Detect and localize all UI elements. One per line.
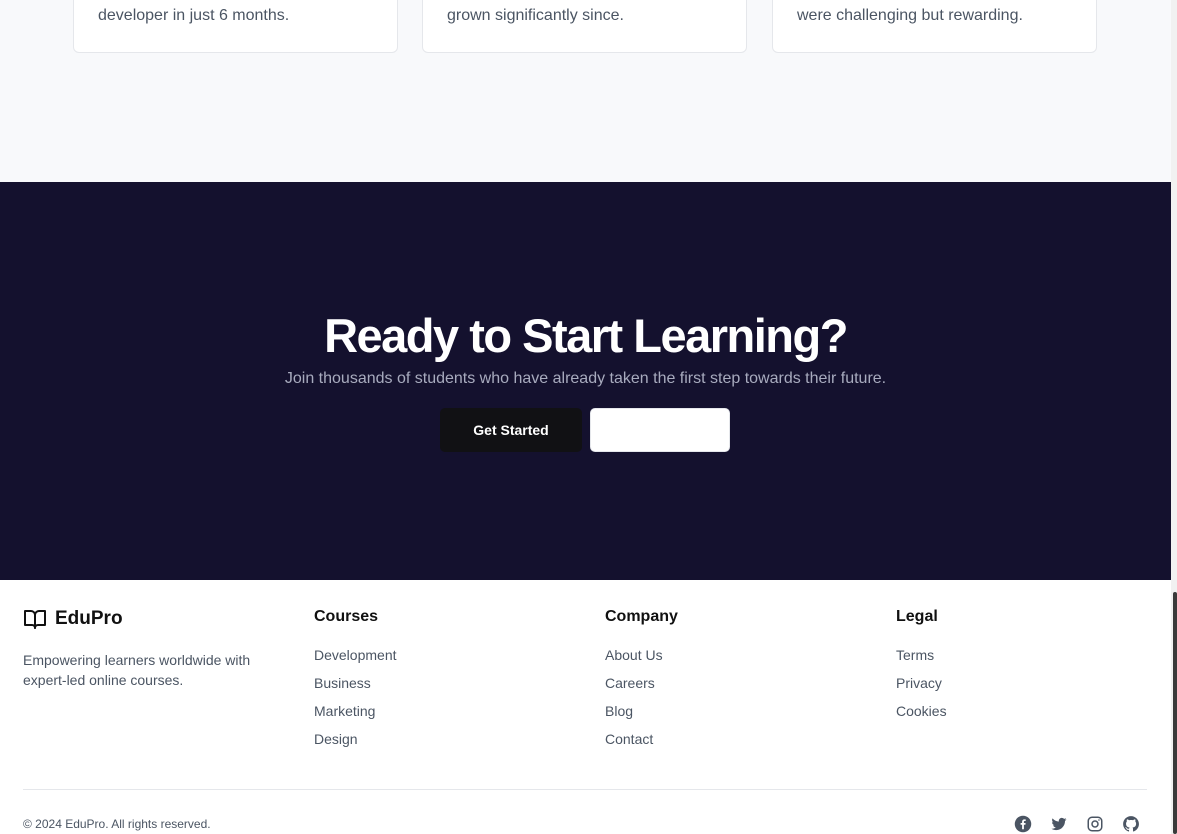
book-open-icon <box>24 610 46 629</box>
secondary-cta-button[interactable] <box>590 408 730 452</box>
footer-link-blog[interactable]: Blog <box>605 703 633 719</box>
cta-title: Ready to Start Learning? <box>324 309 848 362</box>
footer-brand[interactable]: EduPro <box>23 608 123 630</box>
copyright-text: © 2024 EduPro. All rights reserved. <box>23 817 211 831</box>
footer-link-cookies[interactable]: Cookies <box>896 703 947 719</box>
scrollbar-thumb[interactable] <box>1173 592 1177 834</box>
footer-column-legal: Legal Terms Privacy Cookies <box>896 608 947 730</box>
social-links <box>1014 815 1140 833</box>
testimonial-card: developer in just 6 months. <box>73 0 398 53</box>
brand-name: EduPro <box>55 608 123 629</box>
footer-link-privacy[interactable]: Privacy <box>896 675 942 691</box>
column-title: Company <box>605 608 678 625</box>
testimonial-card: grown significantly since. <box>422 0 747 53</box>
testimonial-text: were challenging but rewarding. <box>797 7 1023 24</box>
column-title: Legal <box>896 608 938 625</box>
footer-link-contact[interactable]: Contact <box>605 731 653 747</box>
page-scrollbar[interactable] <box>1171 0 1177 834</box>
footer-link-design[interactable]: Design <box>314 731 358 747</box>
get-started-button[interactable]: Get Started <box>440 408 582 452</box>
facebook-icon[interactable] <box>1014 815 1032 833</box>
footer-column-company: Company About Us Careers Blog Contact <box>605 608 678 758</box>
cta-section: Ready to Start Learning? Join thousands … <box>0 182 1171 580</box>
testimonial-card: were challenging but rewarding. <box>772 0 1097 53</box>
testimonial-text: grown significantly since. <box>447 7 624 24</box>
twitter-icon[interactable] <box>1050 815 1068 833</box>
footer-link-about-us[interactable]: About Us <box>605 647 663 663</box>
footer-link-marketing[interactable]: Marketing <box>314 703 375 719</box>
brand-description: Empowering learners worldwide with exper… <box>23 652 251 688</box>
footer-link-terms[interactable]: Terms <box>896 647 934 663</box>
column-title: Courses <box>314 608 379 625</box>
testimonials-section: developer in just 6 months. grown signif… <box>0 0 1171 182</box>
cta-subtitle: Join thousands of students who have alre… <box>284 370 887 387</box>
footer-divider <box>23 789 1147 790</box>
footer-column-courses: Courses Development Business Marketing D… <box>314 608 397 758</box>
footer-link-careers[interactable]: Careers <box>605 675 655 691</box>
github-icon[interactable] <box>1122 815 1140 833</box>
footer-link-development[interactable]: Development <box>314 647 397 663</box>
footer-link-business[interactable]: Business <box>314 675 371 691</box>
instagram-icon[interactable] <box>1086 815 1104 833</box>
testimonial-text: developer in just 6 months. <box>98 7 290 24</box>
site-footer: EduPro Empowering learners worldwide wit… <box>0 580 1171 834</box>
